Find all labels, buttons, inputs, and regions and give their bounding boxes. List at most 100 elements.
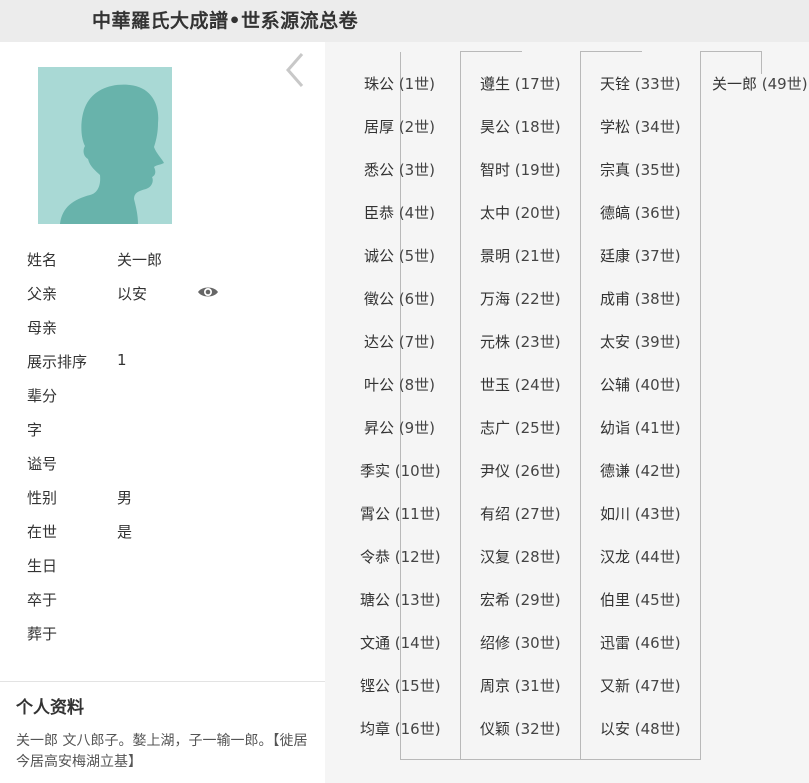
lineage-entry[interactable]: 遵生 (17世) (480, 74, 561, 94)
lineage-generation: (30世) (514, 634, 561, 652)
lineage-name: 令恭 (360, 548, 395, 566)
field-label: 姓名 (27, 251, 58, 269)
lineage-name: 公辅 (600, 376, 635, 394)
lineage-generation: (3世) (398, 161, 436, 179)
lineage-generation: (47世) (634, 677, 681, 695)
field-birthday: 生日 (27, 553, 307, 587)
lineage-name: 季实 (360, 462, 395, 480)
lineage-entry[interactable]: 世玉 (24世) (480, 375, 561, 395)
lineage-entry[interactable]: 均章 (16世) (360, 719, 441, 739)
lineage-name: 臣恭 (364, 204, 399, 222)
lineage-generation: (38世) (634, 290, 681, 308)
lineage-entry[interactable]: 成甫 (38世) (600, 289, 681, 309)
lineage-entry[interactable]: 居厚 (2世) (364, 117, 435, 137)
lineage-entry[interactable]: 万海 (22世) (480, 289, 561, 309)
lineage-generation: (31世) (514, 677, 561, 695)
lineage-generation: (26世) (514, 462, 561, 480)
lineage-name: 悉公 (364, 161, 399, 179)
lineage-generation: (42世) (634, 462, 681, 480)
field-label: 母亲 (27, 319, 58, 337)
field-label: 辈分 (27, 387, 58, 405)
lineage-entry[interactable]: 公辅 (40世) (600, 375, 681, 395)
lineage-entry[interactable]: 学松 (34世) (600, 117, 681, 137)
lineage-entry[interactable]: 太安 (39世) (600, 332, 681, 352)
field-label: 葬于 (27, 625, 58, 643)
lineage-name: 如川 (600, 505, 635, 523)
lineage-entry[interactable]: 达公 (7世) (364, 332, 435, 352)
lineage-entry[interactable]: 珠公 (1世) (364, 74, 435, 94)
lineage-generation: (7世) (398, 333, 436, 351)
lineage-entry[interactable]: 又新 (47世) (600, 676, 681, 696)
lineage-generation: (25世) (514, 419, 561, 437)
lineage-entry[interactable]: 德谦 (42世) (600, 461, 681, 481)
lineage-generation: (32世) (514, 720, 561, 738)
lineage-name: 宏希 (480, 591, 515, 609)
field-mother: 母亲 (27, 315, 307, 349)
lineage-column-frame (580, 51, 701, 760)
lineage-entry[interactable]: 廷康 (37世) (600, 246, 681, 266)
lineage-name: 德皜 (600, 204, 635, 222)
lineage-entry[interactable]: 汉复 (28世) (480, 547, 561, 567)
lineage-entry[interactable]: 仪颖 (32世) (480, 719, 561, 739)
lineage-generation: (33世) (634, 75, 681, 93)
lineage-entry[interactable]: 霄公 (11世) (360, 504, 441, 524)
field-label: 生日 (27, 557, 58, 575)
lineage-entry[interactable]: 智时 (19世) (480, 160, 561, 180)
lineage-entry[interactable]: 德皜 (36世) (600, 203, 681, 223)
lineage-entry[interactable]: 徵公 (6世) (364, 289, 435, 309)
lineage-entry[interactable]: 周京 (31世) (480, 676, 561, 696)
lineage-entry[interactable]: 昇公 (9世) (364, 418, 435, 438)
lineage-entry[interactable]: 宗真 (35世) (600, 160, 681, 180)
lineage-entry[interactable]: 宏希 (29世) (480, 590, 561, 610)
lineage-name: 太安 (600, 333, 635, 351)
lineage-name: 尹仪 (480, 462, 515, 480)
lineage-name: 居厚 (364, 118, 399, 136)
lineage-generation: (20世) (514, 204, 561, 222)
lineage-entry[interactable]: 令恭 (12世) (360, 547, 441, 567)
lineage-entry[interactable]: 太中 (20世) (480, 203, 561, 223)
field-posthumous-name: 谥号 (27, 451, 307, 485)
lineage-connector (700, 51, 762, 52)
lineage-generation: (14世) (394, 634, 441, 652)
lineage-entry[interactable]: 有绍 (27世) (480, 504, 561, 524)
lineage-entry[interactable]: 元株 (23世) (480, 332, 561, 352)
lineage-entry[interactable]: 志广 (25世) (480, 418, 561, 438)
chevron-left-icon[interactable] (282, 50, 308, 90)
lineage-entry[interactable]: 尹仪 (26世) (480, 461, 561, 481)
lineage-entry[interactable]: 景明 (21世) (480, 246, 561, 266)
lineage-entry[interactable]: 瑭公 (13世) (360, 590, 441, 610)
field-value: 以安 (117, 285, 148, 303)
lineage-column-frame (700, 51, 762, 74)
lineage-entry[interactable]: 季实 (10世) (360, 461, 441, 481)
lineage-connector (460, 51, 522, 52)
lineage-entry[interactable]: 迅雷 (46世) (600, 633, 681, 653)
profile-text: 关一郎 文八郎子。嫯上湖，子一输一郎。【徙居今居高安梅湖立基】 (16, 733, 308, 770)
lineage-entry[interactable]: 以安 (48世) (600, 719, 681, 739)
lineage-generation: (37世) (634, 247, 681, 265)
lineage-entry[interactable]: 关一郎 (49世) (712, 74, 808, 94)
lineage-entry[interactable]: 诚公 (5世) (364, 246, 435, 266)
lineage-entry[interactable]: 悉公 (3世) (364, 160, 435, 180)
lineage-entry[interactable]: 伯里 (45世) (600, 590, 681, 610)
lineage-entry[interactable]: 文通 (14世) (360, 633, 441, 653)
lineage-name: 遵生 (480, 75, 515, 93)
lineage-entry[interactable]: 叶公 (8世) (364, 375, 435, 395)
eye-icon[interactable] (197, 284, 219, 300)
lineage-generation: (41世) (634, 419, 681, 437)
profile-title: 个人资料 (16, 698, 84, 718)
lineage-entry[interactable]: 铿公 (15世) (360, 676, 441, 696)
lineage-entry[interactable]: 如川 (43世) (600, 504, 681, 524)
field-gender: 性别 男 (27, 485, 307, 519)
lineage-name: 太中 (480, 204, 515, 222)
lineage-entry[interactable]: 臣恭 (4世) (364, 203, 435, 223)
lineage-name: 智时 (480, 161, 515, 179)
lineage-entry[interactable]: 昊公 (18世) (480, 117, 561, 137)
lineage-entry[interactable]: 幼诣 (41世) (600, 418, 681, 438)
lineage-generation: (46世) (634, 634, 681, 652)
lineage-entry[interactable]: 绍修 (30世) (480, 633, 561, 653)
lineage-connector (580, 51, 642, 52)
field-courtesy-name: 字 (27, 417, 307, 451)
lineage-entry[interactable]: 汉龙 (44世) (600, 547, 681, 567)
lineage-generation: (44世) (634, 548, 681, 566)
lineage-entry[interactable]: 天铨 (33世) (600, 74, 681, 94)
